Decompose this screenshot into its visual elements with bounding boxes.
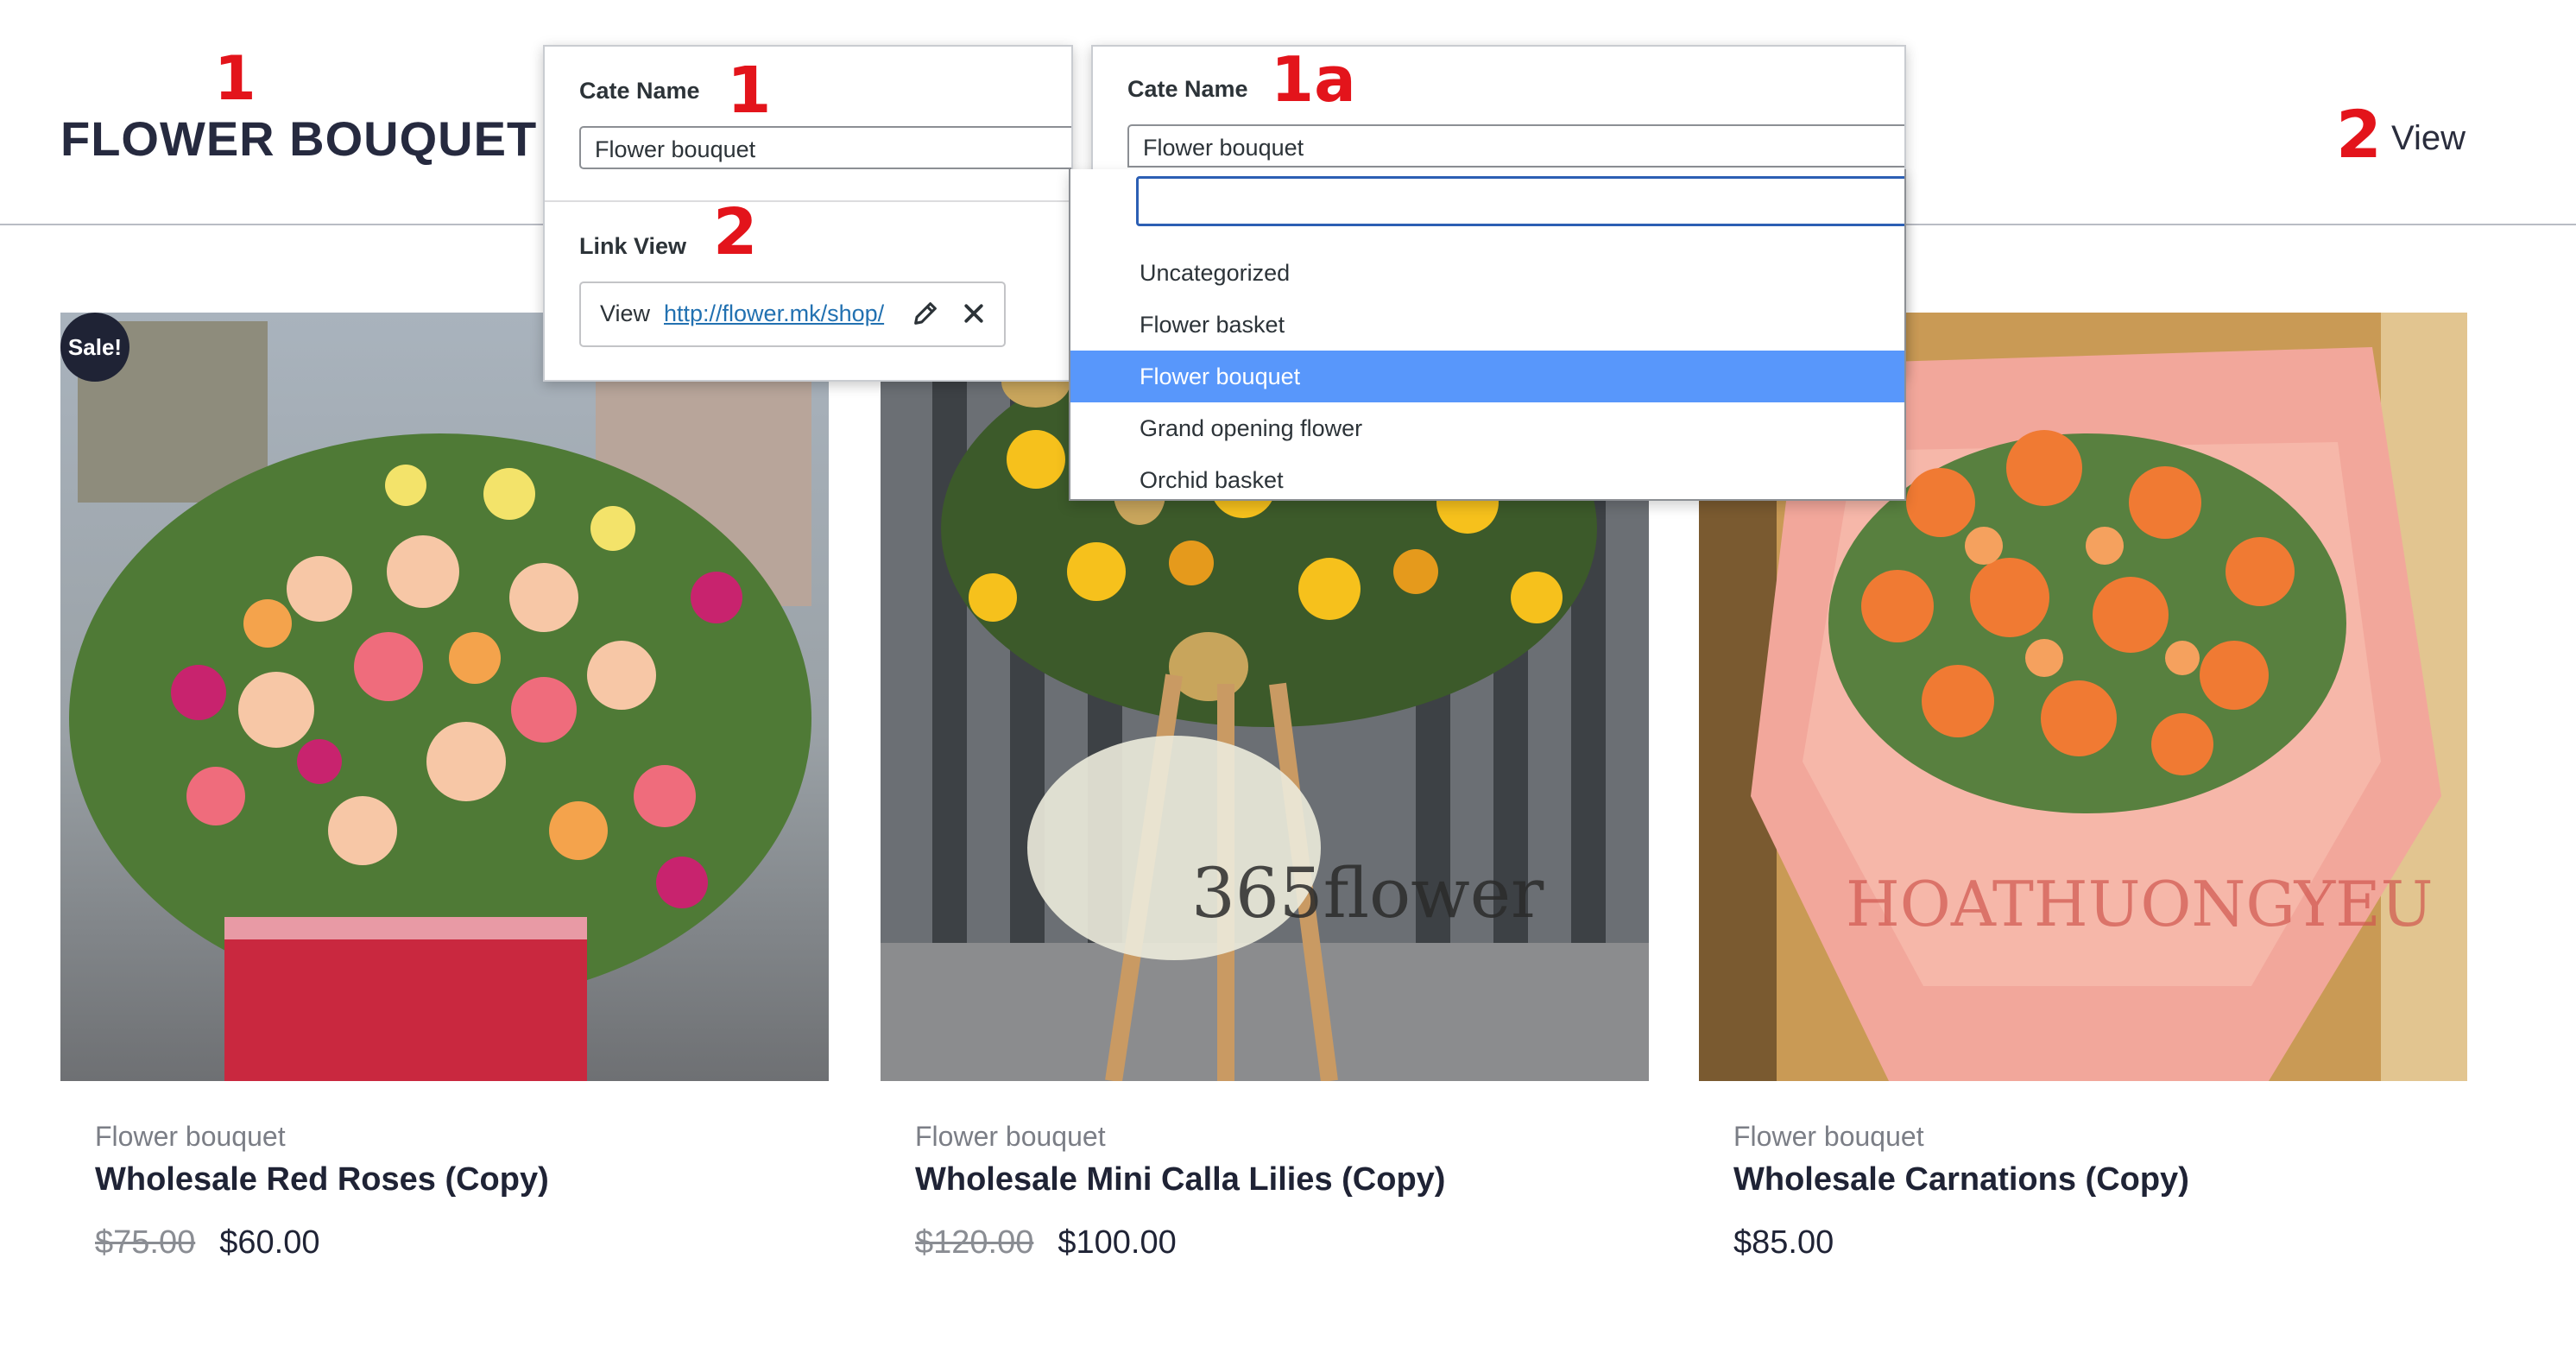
pencil-icon[interactable] — [911, 299, 940, 328]
product-price: $120.00 $100.00 — [915, 1224, 1177, 1262]
product-title[interactable]: Wholesale Mini Calla Lilies (Copy) — [915, 1161, 1445, 1198]
category-select[interactable]: Flower bouquet — [1127, 124, 1904, 168]
divider — [545, 200, 1071, 202]
sale-price: $60.00 — [219, 1224, 320, 1261]
link-prefix: View — [600, 300, 651, 326]
dropdown-option[interactable]: Flower basket — [1070, 299, 1904, 351]
view-link[interactable]: View — [2391, 119, 2466, 158]
annotation-marker-2: 2 — [2336, 96, 2382, 173]
product-title[interactable]: Wholesale Red Roses (Copy) — [95, 1161, 549, 1198]
image-watermark: 365flower — [1191, 853, 1544, 933]
old-price: $75.00 — [95, 1224, 196, 1261]
cate-name-label: Cate Name — [579, 78, 700, 104]
product-category[interactable]: Flower bouquet — [95, 1121, 286, 1153]
annotation-marker-1: 1 — [727, 54, 772, 128]
annotation-marker-2: 2 — [713, 195, 758, 269]
dropdown-option[interactable]: Grand opening flower — [1070, 402, 1904, 454]
price: $85.00 — [1733, 1224, 1834, 1261]
category-edit-panel: Cate Name Flower bouquet Link View View … — [543, 45, 1073, 382]
annotation-marker-1a: 1a — [1271, 43, 1356, 116]
product-category[interactable]: Flower bouquet — [1733, 1121, 1924, 1153]
category-dropdown-list: Uncategorized Flower basket Flower bouqu… — [1069, 169, 1906, 501]
product-category[interactable]: Flower bouquet — [915, 1121, 1106, 1153]
dropdown-option-selected[interactable]: Flower bouquet — [1070, 351, 1904, 402]
sale-price: $100.00 — [1058, 1224, 1177, 1261]
product-price: $75.00 $60.00 — [95, 1224, 319, 1262]
link-view-box: View http://flower.mk/shop/ — [579, 281, 1006, 347]
cate-name-input[interactable]: Flower bouquet — [579, 126, 1071, 169]
close-icon[interactable] — [961, 300, 987, 326]
sale-badge: Sale! — [60, 313, 129, 382]
dropdown-option[interactable]: Uncategorized — [1070, 247, 1904, 299]
old-price: $120.00 — [915, 1224, 1034, 1261]
link-view-label: Link View — [579, 233, 687, 259]
annotation-marker-1: 1 — [214, 43, 256, 114]
image-watermark: HOATHUONGYEU — [1846, 868, 2433, 940]
product-title[interactable]: Wholesale Carnations (Copy) — [1733, 1161, 2189, 1198]
cate-name-label: Cate Name — [1127, 76, 1248, 102]
product-image-red-roses[interactable] — [60, 313, 829, 1081]
dropdown-search-input[interactable] — [1136, 176, 1904, 226]
page-title: FLOWER BOUQUET — [60, 111, 538, 166]
link-url[interactable]: http://flower.mk/shop/ — [664, 300, 884, 327]
product-price: $85.00 — [1733, 1224, 1834, 1262]
dropdown-option[interactable]: Orchid basket — [1070, 454, 1904, 499]
